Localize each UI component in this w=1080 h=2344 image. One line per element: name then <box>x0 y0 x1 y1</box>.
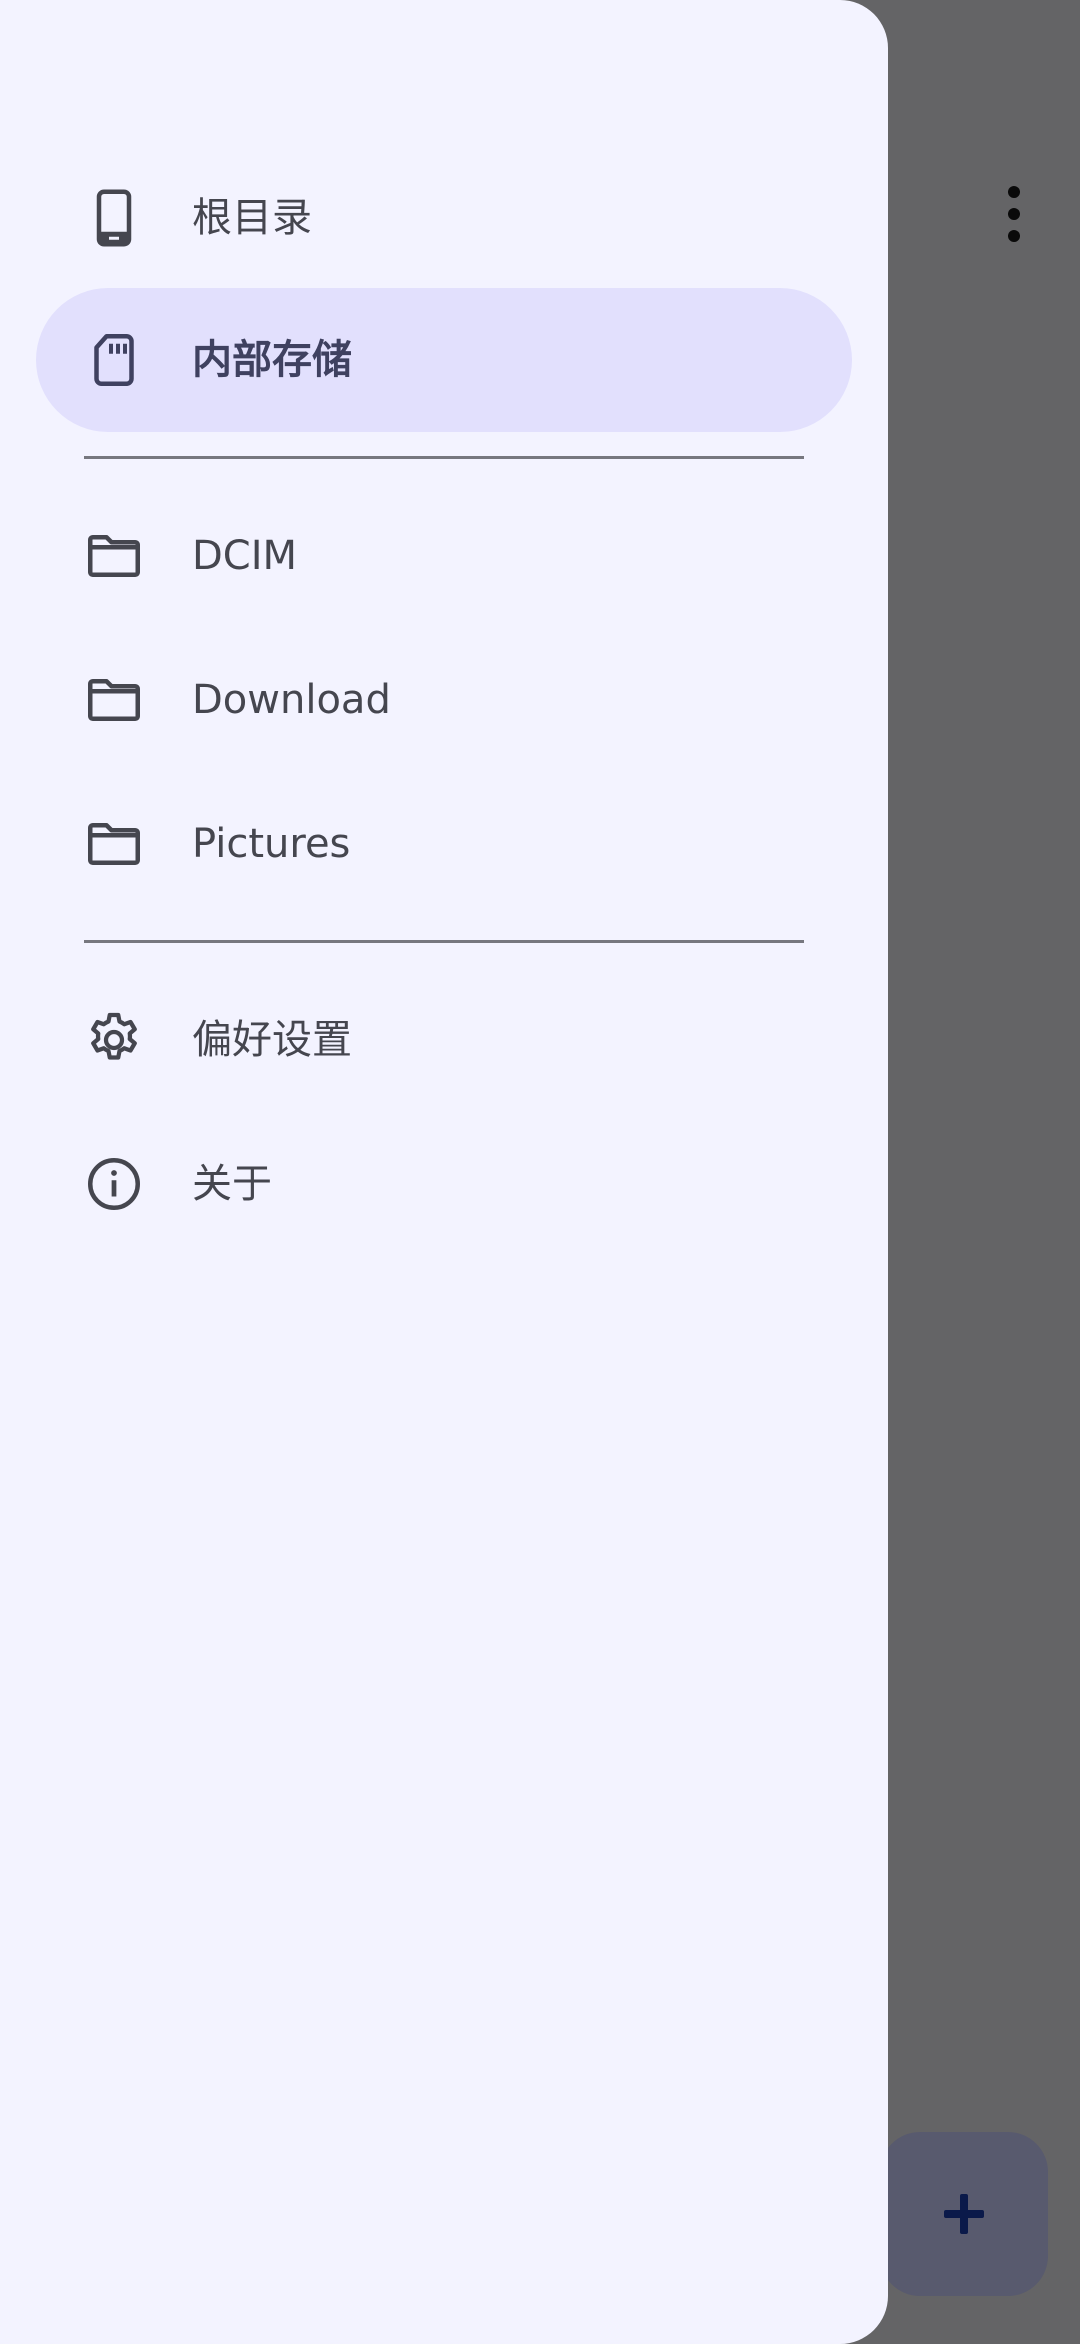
nav-item-preferences[interactable]: 偏好设置 <box>36 968 852 1112</box>
nav-item-label: Download <box>192 677 391 723</box>
nav-item-label: 关于 <box>192 1161 272 1207</box>
sd-card-icon <box>84 330 144 390</box>
menu-dot <box>1008 186 1020 198</box>
nav-item-pictures[interactable]: Pictures <box>36 772 852 916</box>
add-fab-button[interactable] <box>880 2132 1048 2296</box>
nav-item-download[interactable]: Download <box>36 628 852 772</box>
nav-item-label: Pictures <box>192 821 351 867</box>
smartphone-icon <box>84 188 144 248</box>
folder-icon <box>84 814 144 874</box>
divider <box>84 456 804 459</box>
nav-item-label: 偏好设置 <box>192 1017 352 1063</box>
menu-dot <box>1008 230 1020 242</box>
info-icon <box>84 1154 144 1214</box>
nav-item-internal-storage[interactable]: 内部存储 <box>36 288 852 432</box>
nav-item-label: 内部存储 <box>192 337 352 383</box>
nav-item-label: DCIM <box>192 533 298 579</box>
plus-icon <box>944 2194 984 2234</box>
gear-icon <box>84 1010 144 1070</box>
nav-item-label: 根目录 <box>192 195 312 241</box>
more-vert-icon[interactable] <box>994 186 1034 242</box>
folder-icon <box>84 526 144 586</box>
nav-item-about[interactable]: 关于 <box>36 1112 852 1256</box>
nav-item-root[interactable]: 根目录 <box>36 146 852 290</box>
screen: 根目录 内部存储 DCIM Download Pictures 偏好设置 关于 <box>0 0 1080 2344</box>
menu-dot <box>1008 208 1020 220</box>
divider <box>84 940 804 943</box>
navigation-drawer: 根目录 内部存储 DCIM Download Pictures 偏好设置 关于 <box>0 0 888 2344</box>
folder-icon <box>84 670 144 730</box>
nav-item-dcim[interactable]: DCIM <box>36 484 852 628</box>
